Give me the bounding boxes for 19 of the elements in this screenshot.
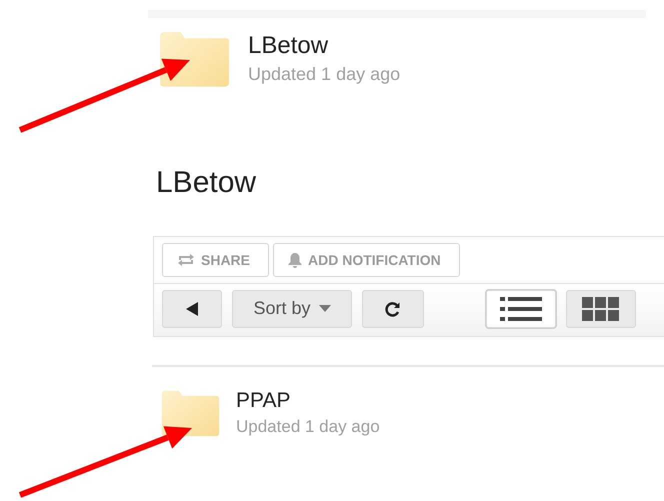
folder-name[interactable]: PPAP [236, 388, 380, 413]
list-icon [500, 296, 542, 322]
grid-icon [582, 296, 620, 321]
updated-text: Updated 1 day ago [236, 416, 380, 437]
folder-name[interactable]: LBetow [248, 32, 400, 60]
refresh-icon [385, 300, 401, 317]
folder-icon [158, 30, 230, 88]
list-view-button[interactable] [486, 290, 556, 328]
grid-view-button[interactable] [566, 290, 636, 328]
back-icon [185, 300, 199, 317]
caret-icon [318, 304, 331, 313]
sort-button[interactable]: Sort by [232, 290, 352, 328]
refresh-button[interactable] [362, 290, 424, 328]
page-heading: LBetow [156, 166, 258, 200]
repeat-icon [177, 252, 195, 267]
bell-icon [288, 252, 302, 268]
folder-icon [160, 388, 220, 437]
updated-text: Updated 1 day ago [248, 64, 400, 86]
back-button[interactable] [162, 290, 222, 328]
